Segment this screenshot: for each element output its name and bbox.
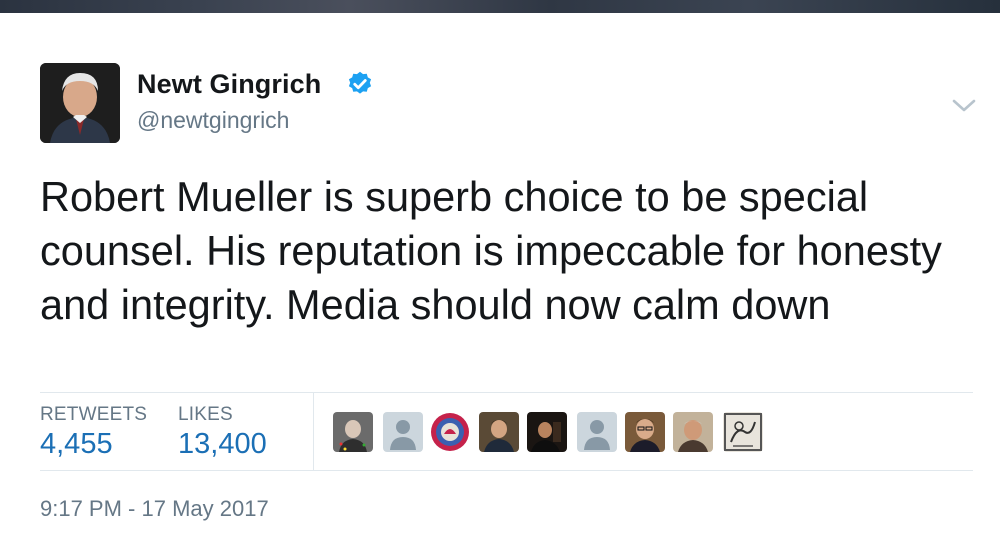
stats-top-divider (40, 392, 973, 393)
verified-badge-icon (348, 71, 372, 94)
avatar-image (40, 63, 120, 143)
author-avatar[interactable] (40, 63, 120, 143)
retweets-label[interactable]: RETWEETS (40, 405, 147, 425)
liker-avatar-default[interactable] (383, 412, 423, 452)
liker-avatar[interactable] (673, 412, 713, 452)
liker-avatar[interactable] (625, 412, 665, 452)
stats-separator (313, 393, 314, 471)
liker-avatar-default[interactable] (577, 412, 617, 452)
author-name[interactable]: Newt Gingrich (137, 69, 321, 99)
liker-avatar[interactable] (723, 412, 763, 452)
tweet-timestamp[interactable]: 9:17 PM - 17 May 2017 (40, 497, 269, 521)
liker-avatar[interactable] (333, 412, 373, 452)
tweet-text: Robert Mueller is superb choice to be sp… (40, 173, 942, 328)
retweets-count[interactable]: 4,455 (40, 428, 113, 460)
likes-label[interactable]: LIKES (178, 405, 233, 425)
liker-avatar[interactable] (479, 412, 519, 452)
author-handle[interactable]: @newtgingrich (137, 107, 289, 133)
likes-count[interactable]: 13,400 (178, 428, 267, 460)
header-background-strip (0, 0, 1000, 13)
chevron-down-icon[interactable] (950, 97, 978, 115)
stats-bottom-divider (40, 470, 973, 471)
liker-avatar[interactable] (430, 412, 470, 452)
liker-avatar[interactable] (527, 412, 567, 452)
